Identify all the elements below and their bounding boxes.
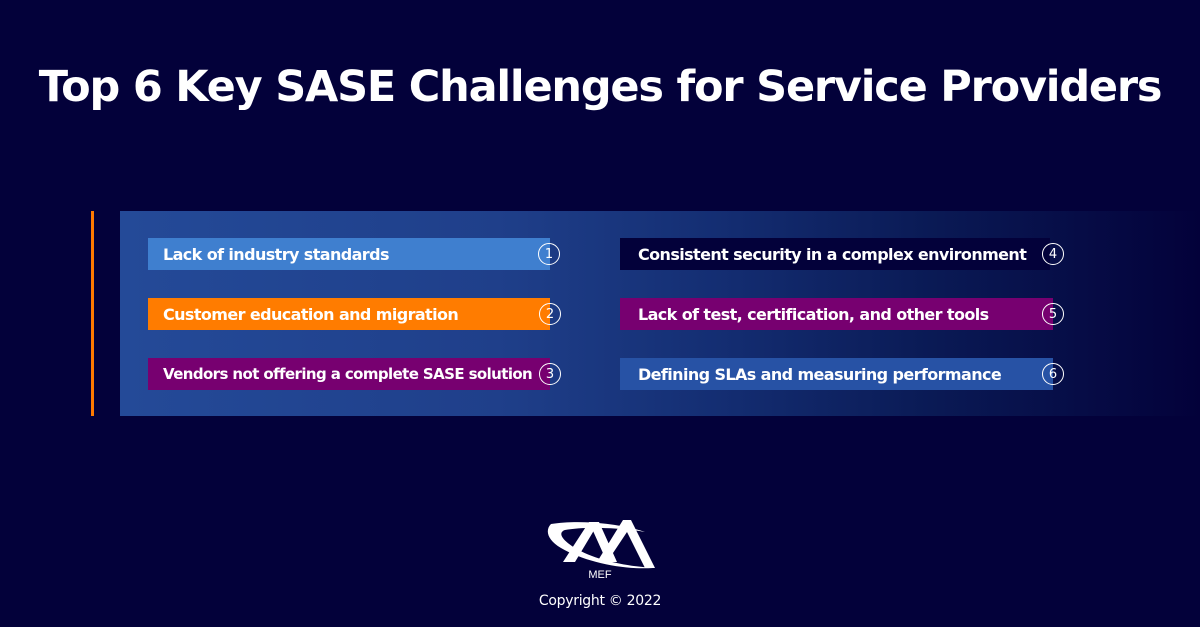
number-badge-2: 2 <box>539 303 561 325</box>
challenge-bar-4: Consistent security in a complex environ… <box>620 238 1050 270</box>
challenge-label: Consistent security in a complex environ… <box>638 244 1027 264</box>
number-badge-3: 3 <box>539 363 561 385</box>
challenge-label: Vendors not offering a complete SASE sol… <box>163 365 533 383</box>
challenge-label: Lack of test, certification, and other t… <box>638 304 989 324</box>
challenge-label: Customer education and migration <box>163 304 459 324</box>
mef-logo-icon <box>547 520 655 569</box>
challenge-bar-2: Customer education and migration <box>148 298 550 330</box>
challenge-bar-5: Lack of test, certification, and other t… <box>620 298 1053 330</box>
challenge-label: Defining SLAs and measuring performance <box>638 364 1002 384</box>
number-badge-1: 1 <box>538 243 560 265</box>
page-title: Top 6 Key SASE Challenges for Service Pr… <box>38 62 1163 112</box>
challenge-bar-1: Lack of industry standards <box>148 238 550 270</box>
challenge-bar-3: Vendors not offering a complete SASE sol… <box>148 358 550 390</box>
challenge-bar-6: Defining SLAs and measuring performance <box>620 358 1053 390</box>
logo-text: MEF <box>588 569 612 581</box>
challenge-label: Lack of industry standards <box>163 244 389 264</box>
copyright-text: Copyright © 2022 <box>538 593 662 609</box>
number-badge-5: 5 <box>1042 303 1064 325</box>
number-badge-4: 4 <box>1042 243 1064 265</box>
number-badge-6: 6 <box>1042 363 1064 385</box>
accent-divider <box>91 211 94 416</box>
